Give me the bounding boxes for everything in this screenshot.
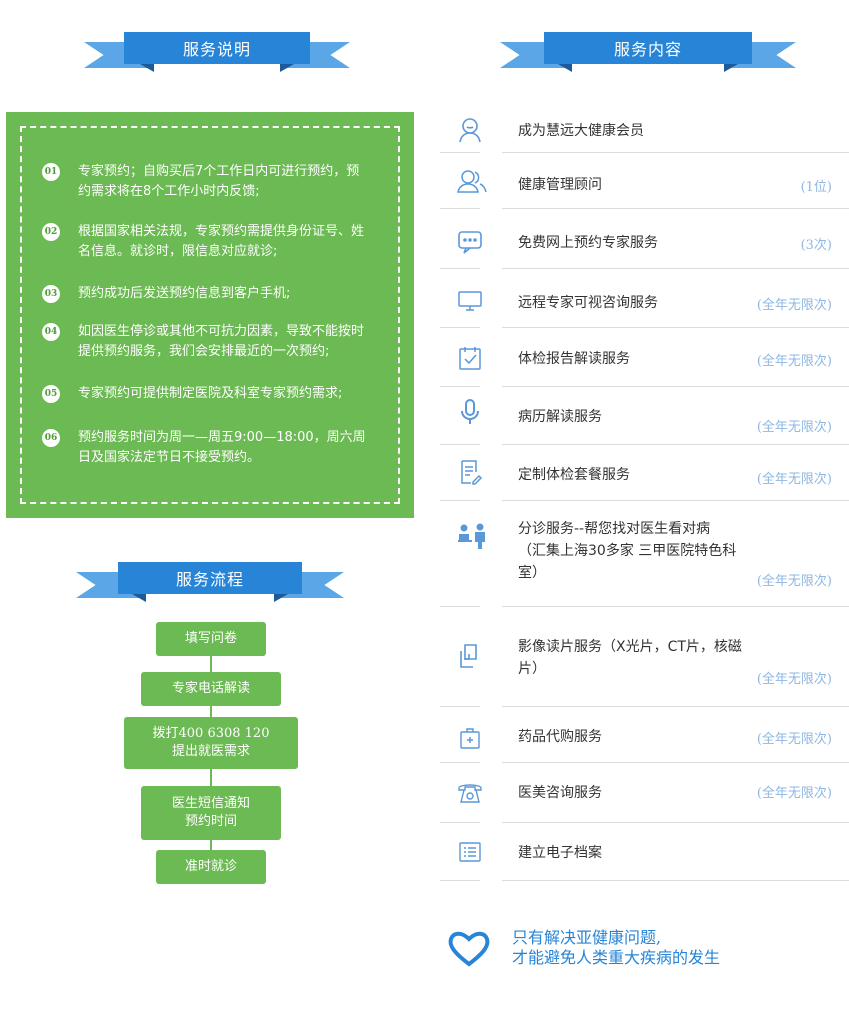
service-row-member: 成为慧远大健康会员 — [440, 112, 849, 152]
desc-text: 如因医生停诊或其他不可抗力因素，导致不能按时提供预约服务，我们会安排最近的一次预… — [78, 324, 365, 359]
footer-slogan: 只有解决亚健康问题, 才能避免人类重大疾病的发生 — [512, 928, 720, 968]
heading-service-content: 服务内容 — [544, 32, 752, 64]
doctor-icon — [456, 522, 488, 550]
number-badge: 01 — [42, 163, 60, 181]
service-row-drug-purchase: 药品代购服务 (全年无限次) — [440, 720, 849, 760]
heading-ribbon-service-content: 服务内容 — [500, 32, 796, 76]
flow-step-questionnaire: 填写问卷 — [156, 622, 266, 656]
desc-item: 05 专家预约可提供制定医院及科室专家预约需求; — [42, 384, 372, 404]
heading-service-desc: 服务说明 — [124, 32, 310, 64]
service-row-advisor: 健康管理顾问 (1位) — [440, 164, 849, 208]
service-description-box: 01 专家预约；自购买后7个工作日内可进行预约，预约需求将在8个工作小时内反馈;… — [6, 112, 414, 518]
microphone-icon — [456, 398, 484, 426]
desc-text: 预约服务时间为周一—周五9:00—18:00，周六周日及国家法定节日不接受预约。 — [78, 430, 366, 465]
footer-line-2: 才能避免人类重大疾病的发生 — [512, 948, 721, 967]
desc-item: 06 预约服务时间为周一—周五9:00—18:00，周六周日及国家法定节日不接受… — [42, 428, 372, 468]
desc-text: 根据国家相关法规，专家预约需提供身份证号、姓名信息。就诊时，限信息对应就诊; — [78, 224, 365, 259]
chat-icon — [456, 228, 484, 256]
desc-item: 03 预约成功后发送预约信息到客户手机; — [42, 284, 372, 304]
document-edit-icon — [456, 458, 484, 486]
monitor-icon — [456, 286, 484, 314]
number-badge: 04 — [42, 323, 60, 341]
service-row-health-record: 建立电子档案 — [440, 836, 849, 876]
desc-item: 04 如因医生停诊或其他不可抗力因素，导致不能按时提供预约服务，我们会安排最近的… — [42, 322, 372, 362]
telephone-icon — [456, 778, 484, 806]
number-badge: 05 — [42, 385, 60, 403]
service-row-online-booking: 免费网上预约专家服务 (3次) — [440, 222, 849, 266]
service-row-custom-checkup: 定制体检套餐服务 (全年无限次) — [440, 454, 849, 498]
copy-icon — [456, 642, 484, 670]
medkit-icon — [456, 724, 484, 752]
service-row-remote-consult: 远程专家可视咨询服务 (全年无限次) — [440, 282, 849, 326]
heading-ribbon-service-desc: 服务说明 — [84, 32, 350, 76]
flow-step-call: 拨打400 6308 120 提出就医需求 — [124, 717, 298, 769]
number-badge: 03 — [42, 285, 60, 303]
list-icon — [456, 838, 484, 866]
desc-item: 02 根据国家相关法规，专家预约需提供身份证号、姓名信息。就诊时，限信息对应就诊… — [42, 222, 372, 262]
desc-item: 01 专家预约；自购买后7个工作日内可进行预约，预约需求将在8个工作小时内反馈; — [42, 162, 372, 202]
flow-step-phone-review: 专家电话解读 — [141, 672, 281, 706]
footer-line-1: 只有解决亚健康问题, — [512, 928, 662, 947]
service-row-medical-records: 病历解读服务 (全年无限次) — [440, 396, 849, 446]
flow-step-sms: 医生短信通知 预约时间 — [141, 786, 281, 840]
heading-service-flow: 服务流程 — [118, 562, 302, 594]
service-row-cosmetic-consult: 医美咨询服务 (全年无限次) — [440, 774, 849, 818]
heading-ribbon-service-flow: 服务流程 — [76, 562, 344, 606]
number-badge: 02 — [42, 223, 60, 241]
desc-text: 专家预约可提供制定医院及科室专家预约需求; — [78, 386, 343, 401]
flow-step-visit: 准时就诊 — [156, 850, 266, 884]
desc-text: 专家预约；自购买后7个工作日内可进行预约，预约需求将在8个工作小时内反馈; — [78, 164, 360, 199]
user-icon — [456, 116, 484, 144]
calendar-check-icon — [456, 344, 484, 372]
desc-text: 预约成功后发送预约信息到客户手机; — [78, 286, 291, 301]
service-row-triage: 分诊服务--帮您找对医生看对病（汇集上海30多家 三甲医院特色科室） (全年无限… — [440, 516, 849, 602]
service-row-report-review: 体检报告解读服务 (全年无限次) — [440, 340, 849, 384]
service-row-imaging: 影像读片服务（X光片，CT片，核磁片） (全年无限次) — [440, 634, 849, 700]
number-badge: 06 — [42, 429, 60, 447]
users-icon — [456, 168, 488, 196]
heart-icon — [448, 931, 490, 967]
